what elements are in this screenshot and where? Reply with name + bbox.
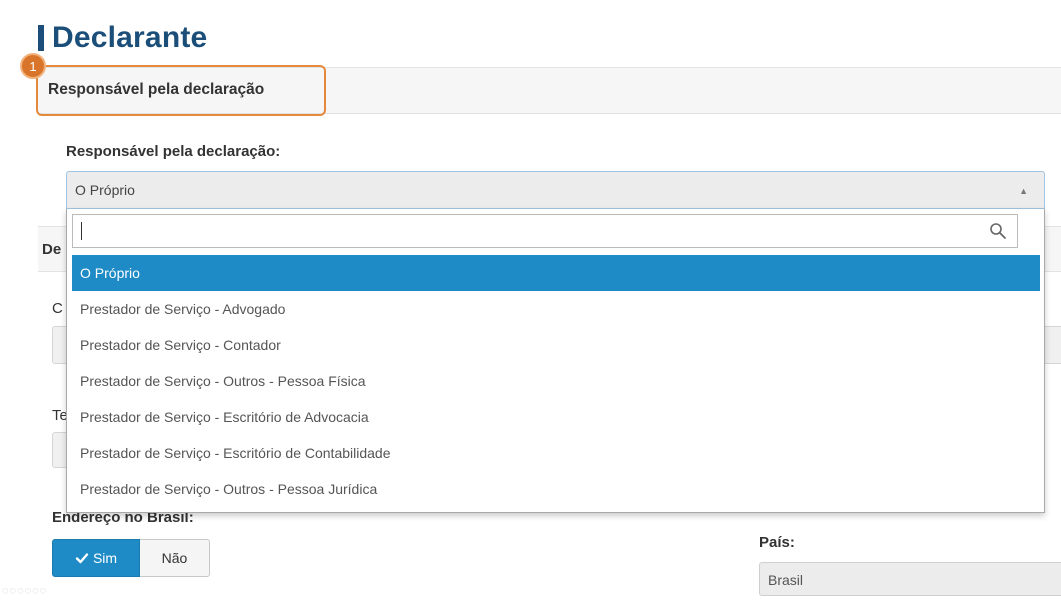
sim-label: Sim [92,550,118,566]
check-icon [75,553,89,564]
search-icon [990,223,1006,239]
responsavel-label: Responsável pela declaração: [66,143,281,160]
caret-up-icon[interactable]: ▲ [1019,186,1028,196]
page-title: Declarante [38,20,207,56]
text-caret [81,222,82,240]
dropdown-search-input[interactable] [72,214,1018,248]
sim-button[interactable]: Sim [52,539,140,577]
section2-title-fragment: De [42,241,62,258]
endereco-toggle: Sim Não [52,539,210,577]
dropdown-option[interactable]: O Próprio [72,255,1040,291]
responsavel-select[interactable]: O Próprio ▲ [66,171,1045,209]
dropdown-option[interactable]: Prestador de Serviço - Escritório de Adv… [72,399,1040,435]
pais-value: Brasil [768,572,804,588]
dropdown-option[interactable]: Prestador de Serviço - Escritório de Con… [72,435,1040,471]
dropdown-options: O Próprio Prestador de Serviço - Advogad… [72,255,1040,507]
select-dropdown: O Próprio Prestador de Serviço - Advogad… [66,209,1045,513]
field-label-fragment: C [52,300,63,317]
pais-label: País: [759,534,795,551]
nao-button[interactable]: Não [140,539,210,577]
dropdown-option[interactable]: Prestador de Serviço - Outros - Pessoa F… [72,363,1040,399]
pais-input[interactable]: Brasil [759,562,1061,596]
section-highlight: Responsável pela declaração [36,65,326,116]
dropdown-option[interactable]: Prestador de Serviço - Contador [72,327,1040,363]
dropdown-option[interactable]: Prestador de Serviço - Advogado [72,291,1040,327]
section-title: Responsável pela declaração [48,81,265,98]
title-accent-bar [38,25,44,51]
page-title-text: Declarante [52,21,208,54]
faint-toolbar-icons: ◌◌◌◌◌◌ [2,585,48,597]
select-selected-value: O Próprio [75,182,135,198]
nao-label: Não [161,550,188,566]
step-badge: 1 [20,53,46,79]
dropdown-option[interactable]: Prestador de Serviço - Outros - Pessoa J… [72,471,1040,507]
